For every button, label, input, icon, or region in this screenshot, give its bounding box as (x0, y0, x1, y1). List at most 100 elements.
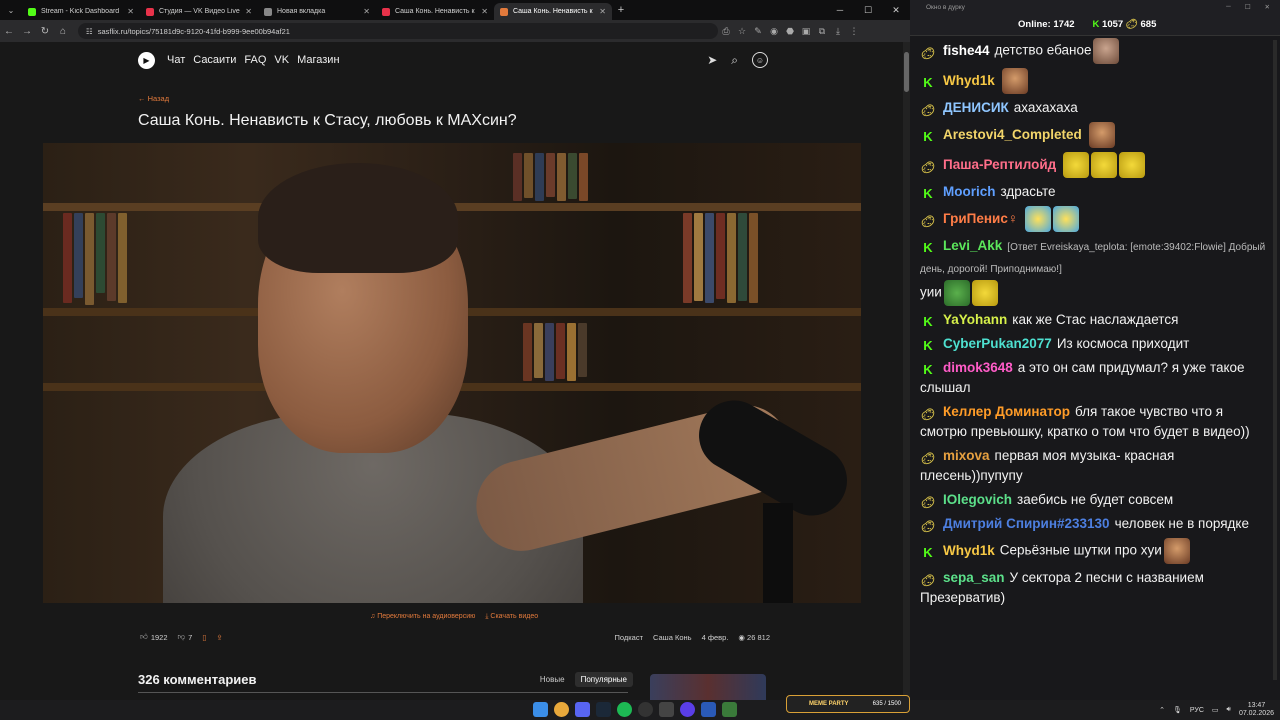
nav-faq[interactable]: FAQ (244, 54, 266, 66)
chat-username[interactable]: Arestovi4_Completed (943, 127, 1082, 142)
send-icon[interactable]: ➤ (707, 53, 717, 67)
extension-icon[interactable]: ✎ (750, 26, 766, 37)
play-logo-icon[interactable]: ▶ (138, 51, 155, 69)
close-window-icon[interactable]: ✕ (882, 0, 910, 20)
chat-username[interactable]: Whyd1k (943, 73, 995, 88)
browser-tab[interactable]: Новая вкладка ✕ (258, 3, 376, 20)
tab-favicon-icon (500, 7, 508, 16)
emote-icon (1001, 68, 1028, 94)
page-scrollbar[interactable] (903, 42, 910, 700)
discord-icon[interactable] (575, 702, 590, 717)
extension-icon[interactable]: ⬣ (782, 26, 798, 37)
browser-tab[interactable]: Саша Конь. Ненависть к Стас... ✕ (376, 3, 494, 20)
share-button[interactable]: ⇪ (216, 633, 222, 642)
close-tab-icon[interactable]: ✕ (363, 7, 370, 16)
chat-username[interactable]: CyberPukan2077 (943, 336, 1052, 351)
maximize-icon[interactable]: ☐ (1245, 3, 1251, 11)
nav-vk[interactable]: VK (274, 54, 289, 66)
close-icon[interactable]: ✕ (1265, 3, 1270, 11)
browser-tab[interactable]: Саша Конь. Ненависть к С... ✕ (494, 3, 612, 20)
spotify-icon[interactable] (617, 702, 632, 717)
back-link[interactable]: ← Назад (138, 94, 169, 103)
chat-username[interactable]: Дмитрий Спирин#233130 (943, 516, 1110, 531)
chat-username[interactable]: IOlegovich (943, 492, 1012, 507)
download-video-link[interactable]: ⤓ Скачать видео (485, 613, 538, 621)
nav-chat[interactable]: Чат (167, 54, 185, 66)
chat-username[interactable]: ГриПенис♀ (943, 211, 1018, 226)
search-icon[interactable]: ⌕ (731, 53, 738, 68)
bookmark-star-icon[interactable]: ☆ (734, 26, 750, 37)
video-player[interactable] (43, 143, 861, 603)
mic-icon[interactable]: 🎙︎ (1173, 706, 1182, 714)
chat-username[interactable]: ДЕНИСИК (943, 100, 1009, 115)
extensions-puzzle-icon[interactable]: ⧉ (814, 26, 830, 37)
nav-sasaiti[interactable]: Сасаити (193, 54, 236, 66)
steam-icon[interactable] (596, 702, 611, 717)
sort-popular-tab[interactable]: Популярные (574, 672, 633, 687)
site-info-icon[interactable]: ☷ (86, 27, 93, 36)
close-tab-icon[interactable]: ✕ (245, 7, 252, 16)
extension-icon[interactable]: ◉ (766, 26, 782, 37)
bookmark-button[interactable]: ▯ (202, 633, 206, 642)
dislike-button[interactable]: 👎︎ 7 (178, 632, 193, 642)
video-meta: 👍︎ 1922 👎︎ 7 ▯ ⇪ Подкаст Саша Конь 4 февр.… (140, 632, 770, 642)
url-field[interactable]: ☷ sasflix.ru/topics/75181d9c-9120-41fd-b… (78, 23, 718, 39)
chat-username[interactable]: Келлер Доминатор (943, 404, 1070, 419)
chevron-up-icon[interactable]: ⌃ (1159, 706, 1165, 714)
volume-icon[interactable]: 🔊︎ (1227, 706, 1231, 714)
tab-list-icon[interactable]: ⌄ (0, 0, 22, 20)
menu-icon[interactable]: ⋮ (846, 26, 862, 37)
tag-guest[interactable]: Саша Конь (653, 633, 692, 642)
app-icon[interactable] (701, 702, 716, 717)
app-icon[interactable] (659, 702, 674, 717)
close-tab-icon[interactable]: ✕ (481, 7, 488, 16)
chat-username[interactable]: mixova (943, 448, 990, 463)
view-count: ◉ 26 812 (738, 632, 770, 642)
back-icon[interactable]: ← (0, 26, 18, 37)
home-icon[interactable]: ⌂ (54, 26, 72, 37)
minimize-icon[interactable]: ─ (826, 0, 854, 20)
chat-username[interactable]: sepa_san (943, 570, 1005, 585)
chat-text: как же Стас наслаждается (1012, 312, 1179, 327)
audio-version-link[interactable]: ♫ Переключить на аудиоверсию (370, 613, 475, 621)
emote-icon (1163, 538, 1190, 564)
extension-icon[interactable]: ▣ (798, 26, 814, 37)
nav-shop[interactable]: Магазин (297, 54, 339, 66)
start-icon[interactable] (533, 702, 548, 717)
chrome-icon[interactable] (554, 702, 569, 717)
new-tab-button[interactable]: + (612, 4, 630, 16)
profile-icon[interactable]: ☺ (752, 52, 768, 68)
close-tab-icon[interactable]: ✕ (599, 7, 606, 16)
browser-tab[interactable]: Stream - Kick Dashboard ✕ (22, 3, 140, 20)
media-icon[interactable] (680, 702, 695, 717)
chat-username[interactable]: Levi_Akk (943, 238, 1002, 253)
chat-scrollbar[interactable] (1273, 40, 1277, 680)
network-icon[interactable]: ▭ (1212, 706, 1219, 714)
chat-username[interactable]: YaYohann (943, 312, 1007, 327)
download-icon[interactable]: ⤓ (830, 26, 846, 37)
kick-count: 1057 (1102, 19, 1124, 30)
lang-indicator[interactable]: РУС (1190, 707, 1204, 714)
vk-badge-icon: 🥔︎ (921, 215, 935, 228)
related-thumbnail[interactable] (650, 674, 766, 700)
close-tab-icon[interactable]: ✕ (127, 7, 134, 16)
maximize-icon[interactable]: ☐ (854, 0, 882, 20)
app-icon[interactable] (722, 702, 737, 717)
chat-messages: 🥔︎ fishe44 детство ебаное K Whyd1k 🥔︎ ДЕНИСИК а… (920, 38, 1272, 690)
minimize-icon[interactable]: ─ (1226, 3, 1231, 11)
chat-username[interactable]: Паша-Рептилойд (943, 157, 1056, 172)
tag-podcast[interactable]: Подкаст (614, 633, 643, 642)
forward-icon[interactable]: → (18, 26, 36, 37)
install-icon[interactable]: ⎙ (718, 26, 734, 37)
obs-icon[interactable] (638, 702, 653, 717)
sort-new-tab[interactable]: Новые (534, 672, 571, 687)
clock[interactable]: 13:47 07.02.2026 (1239, 702, 1274, 718)
browser-tab[interactable]: Студия — VK Видео Live ✕ (140, 3, 258, 20)
chat-username[interactable]: Moorich (943, 184, 996, 199)
reload-icon[interactable]: ↻ (36, 26, 54, 37)
system-tray: ⌃ 🎙︎ РУС ▭ 🔊︎ 13:47 07.02.2026 (1159, 700, 1274, 720)
chat-username[interactable]: dimok3648 (943, 360, 1013, 375)
chat-username[interactable]: Whyd1k (943, 543, 995, 558)
chat-username[interactable]: fishe44 (943, 43, 990, 58)
like-button[interactable]: 👍︎ 1922 (140, 632, 168, 642)
